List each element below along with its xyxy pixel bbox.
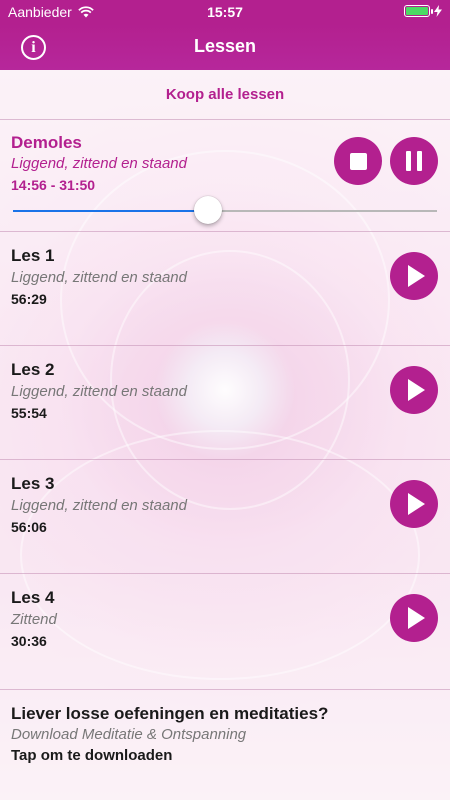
status-right	[404, 5, 442, 17]
lesson-subtitle: Zittend	[11, 611, 57, 628]
lesson-duration: 30:36	[11, 633, 47, 649]
download-app-row[interactable]: Liever losse oefeningen en meditaties? D…	[0, 690, 450, 800]
charging-icon	[434, 5, 442, 17]
play-button[interactable]	[390, 252, 438, 300]
pause-icon	[406, 151, 422, 171]
lesson-subtitle: Liggend, zittend en staand	[11, 497, 187, 514]
lesson-title: Les 1	[11, 246, 55, 265]
now-playing-subtitle: Liggend, zittend en staand	[11, 155, 187, 172]
slider-thumb[interactable]	[194, 196, 223, 224]
battery-icon	[404, 5, 433, 17]
play-button[interactable]	[390, 480, 438, 528]
lesson-title: Les 3	[11, 474, 55, 493]
page-title: Lessen	[193, 36, 257, 56]
download-app-title: Liever losse oefeningen en meditaties?	[11, 704, 329, 723]
play-icon	[408, 607, 425, 629]
lesson-item[interactable]: Les 2 Liggend, zittend en staand 55:54	[0, 346, 450, 460]
status-time: 15:57	[207, 4, 243, 20]
play-button[interactable]	[390, 366, 438, 414]
play-icon	[408, 379, 425, 401]
buy-all-lessons-label: Koop alle lessen	[165, 86, 285, 103]
playback-slider[interactable]	[13, 196, 437, 226]
lesson-item[interactable]: Les 3 Liggend, zittend en staand 56:06	[0, 460, 450, 574]
lesson-title: Les 2	[11, 360, 55, 379]
stop-icon	[349, 152, 367, 170]
play-icon	[408, 265, 425, 287]
lesson-subtitle: Liggend, zittend en staand	[11, 269, 187, 286]
download-app-action: Tap om te downloaden	[11, 747, 173, 764]
status-bar: Aanbieder 15:57	[0, 0, 450, 24]
lesson-title: Les 4	[11, 588, 55, 607]
slider-progress	[13, 210, 209, 212]
lesson-duration: 55:54	[11, 405, 47, 421]
lesson-subtitle: Liggend, zittend en staand	[11, 383, 187, 400]
now-playing-time: 14:56 - 31:50	[11, 177, 96, 193]
now-playing-title: Demoles	[11, 133, 82, 152]
lesson-item[interactable]: Les 1 Liggend, zittend en staand 56:29	[0, 232, 450, 346]
play-icon	[408, 493, 425, 515]
download-app-subtitle: Download Meditatie & Ontspanning	[11, 726, 247, 743]
lesson-list: Koop alle lessen Demoles Liggend, zitten…	[0, 70, 450, 800]
pause-button[interactable]	[390, 137, 438, 185]
stop-button[interactable]	[334, 137, 382, 185]
lesson-duration: 56:29	[11, 291, 47, 307]
lesson-duration: 56:06	[11, 519, 47, 535]
lesson-item[interactable]: Les 4 Zittend 30:36	[0, 574, 450, 690]
play-button[interactable]	[390, 594, 438, 642]
buy-all-lessons-row[interactable]: Koop alle lessen	[0, 70, 450, 120]
navigation-bar: i Lessen	[0, 24, 450, 70]
